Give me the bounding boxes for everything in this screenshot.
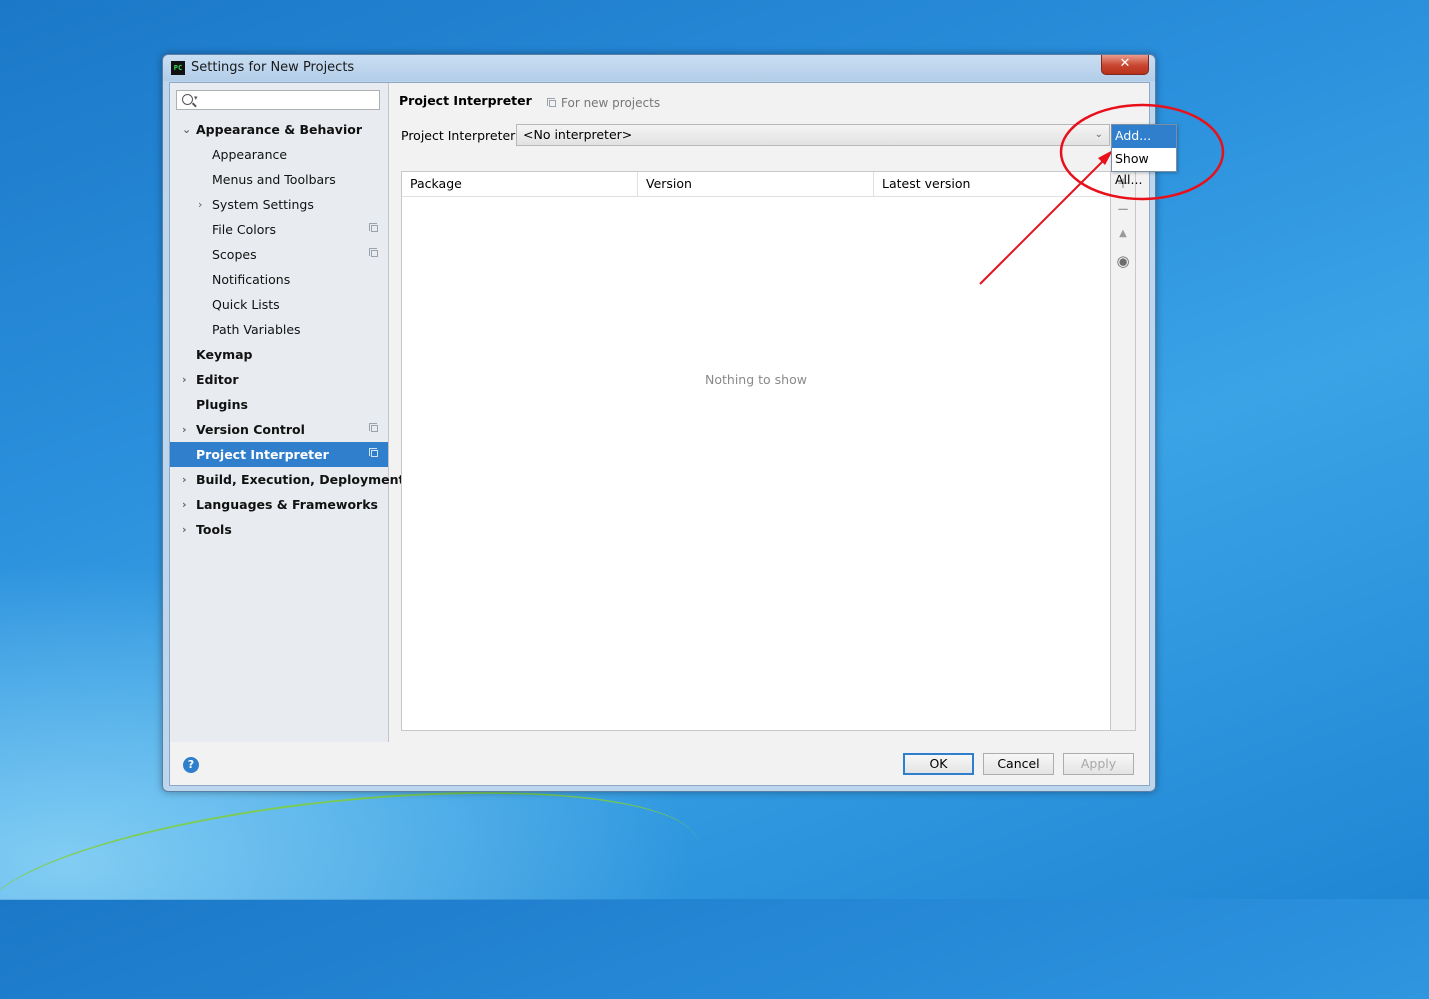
dialog-client: ▾ ⌄ Appearance & Behavior Appearance Men… [169,82,1177,786]
chevron-right-icon[interactable]: › [182,517,187,542]
tree-item-label: Notifications [212,272,291,287]
tree-item-project-interpreter[interactable]: Project Interpreter [170,442,388,467]
tree-item-build-execution-deployment[interactable]: › Build, Execution, Deployment [170,467,404,492]
column-header-package[interactable]: Package [402,172,638,196]
packages-table: Package Version Latest version Nothing t… [401,171,1111,731]
chevron-right-icon[interactable]: › [182,492,187,517]
settings-tree: ⌄ Appearance & Behavior Appearance Menus… [170,117,404,542]
tree-item-tools[interactable]: › Tools [170,517,388,542]
tree-item-version-control[interactable]: › Version Control [170,417,388,442]
cancel-button[interactable]: Cancel [983,753,1054,775]
tree-item-label: Tools [196,522,232,537]
title-bar[interactable]: PC Settings for New Projects ✕ [163,55,1155,81]
tree-item-label: File Colors [212,222,277,237]
tree-item-label: Build, Execution, Deployment [196,472,405,487]
scope-hint: For new projects [547,96,661,110]
tree-item-editor[interactable]: › Editor [170,367,388,392]
chevron-right-icon[interactable]: › [198,192,202,217]
project-scope-icon [547,98,556,107]
close-button[interactable]: ✕ [1101,55,1149,75]
chevron-down-icon[interactable]: ⌄ [182,117,191,142]
interpreter-popup-menu: Add... Show All... [1111,124,1177,187]
search-options-caret-icon[interactable]: ▾ [194,94,198,102]
project-interpreter-panel: Project Interpreter For new projects Pro… [389,83,1177,742]
project-scope-icon [369,248,378,257]
eye-icon[interactable]: ◉ [1111,252,1135,270]
search-icon [182,94,193,105]
settings-sidebar: ▾ ⌄ Appearance & Behavior Appearance Men… [170,83,404,742]
interpreter-label: Project Interpreter: [401,128,520,143]
interpreter-value: <No interpreter> [523,127,633,142]
tree-item-label: System Settings [212,197,314,212]
table-header: Package Version Latest version [402,172,1110,197]
tree-item-file-colors[interactable]: File Colors [170,217,388,242]
tree-item-label: Scopes [212,247,257,262]
menu-item-add[interactable]: Add... [1112,125,1176,148]
chevron-right-icon[interactable]: › [182,417,187,442]
upgrade-triangle-icon[interactable]: ▲ [1111,228,1135,239]
window-title: Settings for New Projects [191,60,355,75]
chevron-down-icon[interactable]: ⌄ [1095,125,1103,145]
chevron-right-icon[interactable]: › [182,467,187,492]
tree-item-label: Appearance & Behavior [196,122,362,137]
project-scope-icon [369,423,378,432]
help-icon[interactable]: ? [183,757,199,773]
tree-item-notifications[interactable]: Notifications [170,267,388,292]
tree-item-quick-lists[interactable]: Quick Lists [170,292,388,317]
table-toolbar: + − ▲ ◉ [1111,171,1136,731]
settings-window: PC Settings for New Projects ✕ ▾ ⌄ Appea… [162,54,1177,792]
interpreter-dropdown[interactable]: <No interpreter> ⌄ [516,124,1110,146]
tree-item-plugins[interactable]: Plugins [170,392,388,417]
minus-icon[interactable]: − [1111,200,1135,218]
tree-item-scopes[interactable]: Scopes [170,242,388,267]
tree-item-system-settings[interactable]: › System Settings [170,192,388,217]
tree-item-path-variables[interactable]: Path Variables [170,317,388,342]
project-scope-icon [369,223,378,232]
tree-item-label: Version Control [196,422,305,437]
tree-item-appearance-behavior[interactable]: ⌄ Appearance & Behavior [170,117,388,142]
tree-item-keymap[interactable]: Keymap [170,342,388,367]
column-header-latest-version[interactable]: Latest version [874,172,1110,196]
page-title: Project Interpreter [399,93,532,108]
apply-button[interactable]: Apply [1063,753,1134,775]
tree-item-appearance[interactable]: Appearance [170,142,388,167]
pycharm-app-icon: PC [171,61,185,75]
tree-item-label: Languages & Frameworks [196,497,378,512]
tree-item-label: Quick Lists [212,297,280,312]
column-header-version[interactable]: Version [638,172,874,196]
settings-search-input[interactable]: ▾ [176,90,380,110]
tree-item-menus-toolbars[interactable]: Menus and Toolbars [170,167,388,192]
tree-item-label: Appearance [212,147,288,162]
tree-item-label: Path Variables [212,322,301,337]
menu-item-show-all[interactable]: Show All... [1112,148,1176,187]
chevron-right-icon[interactable]: › [182,367,187,392]
tree-item-label: Menus and Toolbars [212,172,336,187]
tree-item-label: Editor [196,372,239,387]
tree-item-label: Project Interpreter [196,447,329,462]
empty-table-message: Nothing to show [705,372,807,387]
scope-hint-text: For new projects [561,96,661,110]
project-scope-icon [369,448,378,457]
tree-item-languages-frameworks[interactable]: › Languages & Frameworks [170,492,388,517]
tree-item-label: Keymap [196,347,253,362]
ok-button[interactable]: OK [903,753,974,775]
tree-item-label: Plugins [196,397,248,412]
